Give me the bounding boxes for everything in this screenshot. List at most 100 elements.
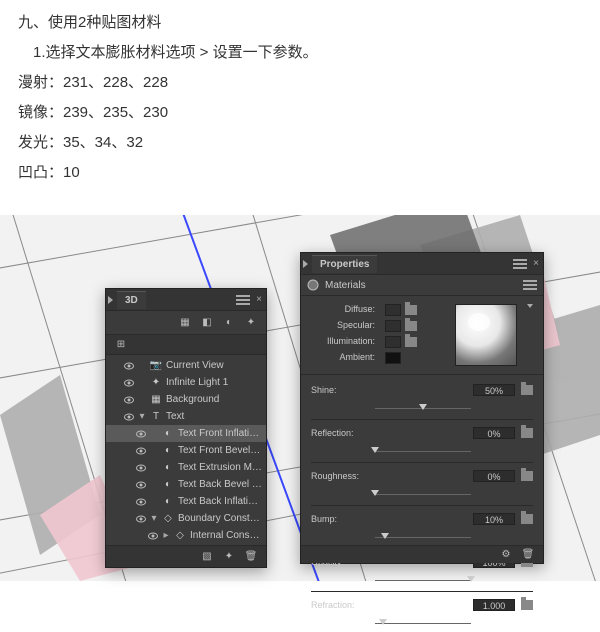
panel-properties-header: Properties × (301, 253, 543, 275)
render-settings-icon[interactable]: ⚙ (499, 548, 513, 562)
slider-value[interactable]: 1.000 (473, 599, 515, 611)
filter-materials-icon[interactable]: ◐ (222, 316, 236, 330)
slider-texture-picker[interactable] (521, 514, 533, 524)
visibility-toggle[interactable] (136, 429, 146, 439)
new-light-icon[interactable]: ✦ (222, 550, 236, 564)
slider-thumb[interactable] (371, 490, 379, 496)
expander-icon[interactable]: ▾ (138, 411, 146, 422)
slider-texture-picker[interactable] (521, 600, 533, 610)
properties-subheader: Materials (301, 275, 543, 296)
slider-track[interactable] (375, 530, 471, 544)
slider-value[interactable]: 0% (473, 427, 515, 439)
visibility-toggle[interactable] (124, 395, 134, 405)
visibility-toggle[interactable] (124, 412, 134, 422)
light-icon: ✦ (150, 377, 162, 389)
specular-texture-picker[interactable] (405, 321, 417, 331)
expander-icon[interactable]: ▸ (162, 530, 170, 541)
param-bump: 凹凸：10 (18, 158, 582, 188)
ambient-swatch[interactable] (385, 352, 401, 364)
slider-value[interactable]: 10% (473, 513, 515, 525)
trash-icon[interactable]: 🗑 (244, 550, 258, 564)
panel-3d-footer: ▧ ✦ 🗑 (106, 545, 266, 567)
scene-item[interactable]: ◐Text Back Bevel Material (106, 476, 266, 493)
scene-item[interactable]: ▸◇Internal Constraint 2_Text (106, 527, 266, 544)
visibility-toggle[interactable] (136, 446, 146, 456)
scene-item-label: Text Back Bevel Material (178, 479, 262, 490)
illumination-texture-picker[interactable] (405, 337, 417, 347)
scene-item[interactable]: ◐Text Extrusion Material (106, 459, 266, 476)
close-icon[interactable]: × (256, 294, 262, 305)
slider-texture-picker[interactable] (521, 471, 533, 481)
tab-properties[interactable]: Properties (312, 255, 377, 273)
slider-value[interactable]: 50% (473, 384, 515, 396)
panel-submenu-icon[interactable] (523, 280, 537, 290)
scene-item-label: Infinite Light 1 (166, 377, 262, 388)
filter-meshes-icon[interactable]: ◧ (200, 316, 214, 330)
slider-thumb[interactable] (381, 533, 389, 539)
slider-track[interactable] (375, 401, 471, 415)
diffuse-swatch[interactable] (385, 304, 401, 316)
visibility-toggle[interactable] (136, 463, 146, 473)
filter-lights-icon[interactable]: ✦ (244, 316, 258, 330)
scene-item[interactable]: ▾TText (106, 408, 266, 425)
param-glow: 发光：35、34、32 (18, 128, 582, 158)
filter-whole-scene-icon[interactable]: ▦ (178, 316, 192, 330)
slider-track[interactable] (375, 573, 471, 587)
diffuse-texture-picker[interactable] (405, 305, 417, 315)
trash-icon[interactable]: 🗑 (521, 548, 535, 562)
visibility-toggle[interactable] (148, 531, 158, 541)
specular-swatch[interactable] (385, 320, 401, 332)
panel-3d-header: 3D × (106, 289, 266, 311)
visibility-toggle[interactable] (124, 378, 134, 388)
visibility-toggle[interactable] (124, 361, 134, 371)
scene-item[interactable]: ◐Text Back Inflation Material (106, 493, 266, 510)
scene-item-label: Boundary Constraint 1_Text (178, 513, 262, 524)
label-specular: Specular: (311, 320, 375, 330)
scene-item[interactable]: 📷Current View (106, 357, 266, 374)
slider-texture-picker[interactable] (521, 428, 533, 438)
expander-icon[interactable]: ▾ (150, 513, 158, 524)
env-icon[interactable]: ⊞ (114, 338, 128, 352)
constraint-icon: ◇ (162, 513, 174, 525)
material-preview[interactable] (455, 304, 517, 366)
sliders-block: Shine:50%Reflection:0%Roughness:0%Bump:1… (301, 379, 543, 632)
slider-value[interactable]: 0% (473, 470, 515, 482)
scene-item[interactable]: ▾ ◇ Boundary Constraint 1_Text (106, 510, 266, 527)
slider-texture-picker[interactable] (521, 385, 533, 395)
panel-menu-icon[interactable] (513, 259, 527, 269)
visibility-toggle[interactable] (136, 480, 146, 490)
scene-item[interactable]: ◐Text Front Inflation Material (106, 425, 266, 442)
mat-icon: ◐ (162, 496, 174, 508)
scene-item[interactable]: ◐Text Front Bevel Material (106, 442, 266, 459)
slider-thumb[interactable] (371, 447, 379, 453)
scene-item[interactable]: ✦ Infinite Light 1 (106, 374, 266, 391)
scene-item[interactable]: ▦Background (106, 391, 266, 408)
slider-thumb[interactable] (419, 404, 427, 410)
slider-thumb[interactable] (379, 619, 387, 625)
label-diffuse: Diffuse: (311, 304, 375, 314)
mat-icon: ◐ (162, 428, 174, 440)
slider-thumb[interactable] (467, 576, 475, 582)
mesh-icon: T (150, 411, 162, 423)
slider-label: Bump: (311, 514, 369, 524)
collapse-icon[interactable] (108, 296, 113, 304)
panel-properties-footer: ⚙ 🗑 (301, 545, 543, 563)
material-preset-dropdown[interactable] (527, 304, 533, 308)
slider-track[interactable] (375, 487, 471, 501)
panel-menu-icon[interactable] (236, 295, 250, 305)
instructions: 九、使用2种贴图材料 1.选择文本膨胀材料选项 > 设置一下参数。 漫射：231… (0, 0, 600, 196)
slider-track[interactable] (375, 444, 471, 458)
visibility-toggle[interactable] (136, 514, 146, 524)
mat-icon: ◐ (162, 445, 174, 457)
tab-3d[interactable]: 3D (117, 291, 146, 309)
label-ambient: Ambient: (311, 352, 375, 362)
slider-track[interactable] (375, 616, 471, 630)
close-icon[interactable]: × (533, 258, 539, 269)
panel-properties: Properties × Materials Diffuse: Specular… (300, 252, 544, 564)
step-text: 1.选择文本膨胀材料选项 > 设置一下参数。 (18, 38, 582, 68)
color-area: Diffuse: Specular: Illumination: Ambient… (301, 296, 543, 372)
illumination-swatch[interactable] (385, 336, 401, 348)
visibility-toggle[interactable] (136, 497, 146, 507)
new-layer-icon[interactable]: ▧ (200, 550, 214, 564)
collapse-icon[interactable] (303, 260, 308, 268)
